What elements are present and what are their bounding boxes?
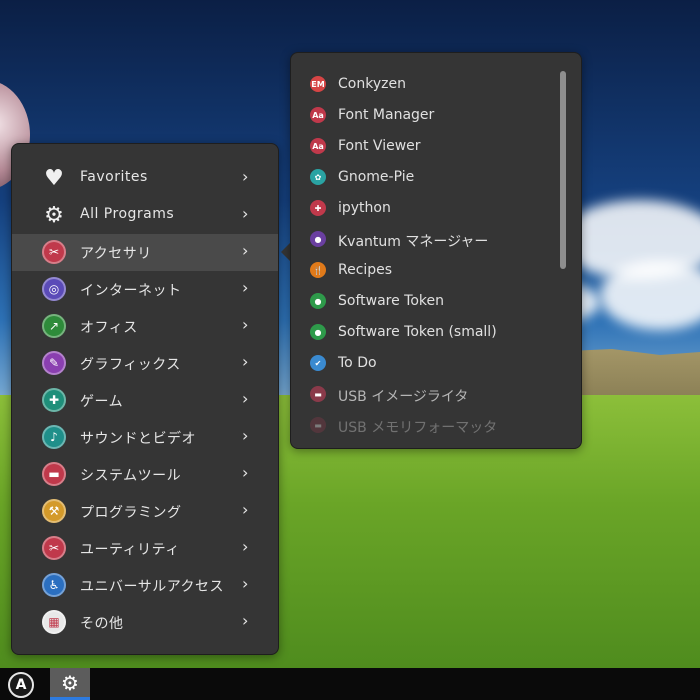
menu-item-label: ユニバーサルアクセス — [80, 579, 225, 595]
menu-item[interactable]: ↗ オフィス › — [12, 308, 278, 345]
launcher-logo-icon[interactable]: A — [8, 672, 34, 698]
menu-item-label: サウンドとビデオ — [80, 431, 196, 447]
other-icon: ▦ — [42, 610, 66, 634]
heart-icon: ♥ — [44, 165, 64, 191]
chevron-right-icon: › — [242, 278, 249, 297]
menu-item-label: システムツール — [80, 468, 182, 484]
font-viewer-icon: Aa — [310, 138, 326, 154]
menu-item[interactable]: ◎ インターネット › — [12, 271, 278, 308]
chevron-right-icon: › — [242, 426, 249, 445]
chevron-right-icon: › — [242, 315, 249, 334]
menu-item[interactable]: ✂ アクセサリ › — [12, 234, 278, 271]
taskbar-settings-button[interactable]: ⚙ — [50, 668, 90, 700]
submenu-item-label: Software Token (small) — [338, 324, 497, 340]
accessories-icon: ✂ — [42, 240, 66, 264]
submenu-item-label: Kvantum マネージャー — [338, 234, 489, 250]
chevron-right-icon: › — [242, 500, 249, 519]
menu-item[interactable]: ♿ ユニバーサルアクセス › — [12, 567, 278, 604]
application-menu: ♥ Favorites › ⚙ All Programs › ✂ アクセサリ › ◎ インターネット… — [11, 143, 279, 655]
system-tools-icon: ▬ — [42, 462, 66, 486]
software-token-small-icon: ● — [310, 324, 326, 340]
chevron-right-icon: › — [242, 611, 249, 630]
ipython-icon: ✚ — [310, 200, 326, 216]
chevron-right-icon: › — [242, 574, 249, 593]
software-token-icon: ● — [310, 293, 326, 309]
submenu-item-label: USB メモリフォーマッタ — [338, 420, 498, 436]
menu-item-label: プログラミング — [80, 505, 182, 521]
accessibility-icon: ♿ — [42, 573, 66, 597]
menu-item-label: All Programs — [80, 206, 175, 222]
menu-item[interactable]: ⚙ All Programs › — [12, 197, 278, 234]
submenu-item[interactable]: ● Software Token — [291, 286, 561, 317]
menu-item[interactable]: ✂ ユーティリティ › — [12, 530, 278, 567]
chevron-right-icon: › — [242, 389, 249, 408]
usb-formatter-icon: ▬ — [310, 417, 326, 433]
menu-item-label: オフィス — [80, 320, 138, 336]
submenu-item-label: Recipes — [338, 262, 393, 278]
kvantum-icon: ● — [310, 231, 326, 247]
gnome-pie-icon: ✿ — [310, 169, 326, 185]
submenu-item[interactable]: ● Software Token (small) — [291, 317, 561, 348]
menu-item-label: ゲーム — [80, 394, 124, 410]
menu-item[interactable]: ▦ その他 › — [12, 604, 278, 641]
submenu-item-label: Conkyzen — [338, 76, 406, 92]
menu-item-label: グラフィックス — [80, 357, 181, 373]
programming-icon: ⚒ — [42, 499, 66, 523]
submenu-item[interactable]: ✿ Gnome-Pie — [291, 162, 561, 193]
menu-item[interactable]: ✎ グラフィックス › — [12, 345, 278, 382]
menu-item-label: ユーティリティ — [80, 542, 180, 558]
recipes-icon: 🍴 — [310, 262, 326, 278]
menu-item[interactable]: ▬ システムツール › — [12, 456, 278, 493]
graphics-icon: ✎ — [42, 351, 66, 375]
chevron-right-icon: › — [242, 167, 249, 186]
submenu-item[interactable]: ▬ USB イメージライタ — [291, 379, 561, 410]
menu-item[interactable]: ♪ サウンドとビデオ › — [12, 419, 278, 456]
chevron-right-icon: › — [242, 537, 249, 556]
gear-icon: ⚙ — [44, 202, 64, 228]
taskbar: A ⚙ — [0, 668, 700, 700]
submenu-item-label: Font Viewer — [338, 138, 421, 154]
font-manager-icon: Aa — [310, 107, 326, 123]
submenu-item-label: ipython — [338, 200, 391, 216]
todo-icon: ✔ — [310, 355, 326, 371]
chevron-right-icon: › — [242, 352, 249, 371]
gear-icon: ⚙ — [61, 670, 79, 695]
submenu-item[interactable]: ✚ ipython — [291, 193, 561, 224]
chevron-right-icon: › — [242, 241, 249, 260]
chevron-right-icon: › — [242, 204, 249, 223]
category-submenu: EM Conkyzen Aa Font Manager Aa Font Viewer ✿ Gn… — [290, 52, 582, 449]
submenu-item[interactable]: ✔ To Do — [291, 348, 561, 379]
games-icon: ✚ — [42, 388, 66, 412]
menu-item-label: Favorites — [80, 169, 148, 185]
submenu-item[interactable]: ● Kvantum マネージャー — [291, 224, 561, 255]
menu-item-label: アクセサリ — [80, 246, 152, 262]
menu-item[interactable]: ♥ Favorites › — [12, 160, 278, 197]
utilities-icon: ✂ — [42, 536, 66, 560]
conkyzen-icon: EM — [310, 76, 326, 92]
submenu-item[interactable]: ▬ USB メモリフォーマッタ — [291, 410, 561, 441]
office-icon: ↗ — [42, 314, 66, 338]
submenu-item-label: Gnome-Pie — [338, 169, 415, 185]
submenu-item[interactable]: 🍴 Recipes — [291, 255, 561, 286]
submenu-item-label: USB イメージライタ — [338, 389, 469, 405]
submenu-item[interactable]: EM Conkyzen — [291, 69, 561, 100]
chevron-right-icon: › — [242, 463, 249, 482]
menu-item-label: インターネット — [80, 283, 182, 299]
usb-image-writer-icon: ▬ — [310, 386, 326, 402]
menu-item[interactable]: ⚒ プログラミング › — [12, 493, 278, 530]
menu-item-label: その他 — [80, 616, 124, 632]
multimedia-icon: ♪ — [42, 425, 66, 449]
submenu-item[interactable]: Aa Font Manager — [291, 100, 561, 131]
internet-icon: ◎ — [42, 277, 66, 301]
submenu-item-label: To Do — [338, 355, 377, 371]
submenu-item[interactable]: Aa Font Viewer — [291, 131, 561, 162]
menu-item[interactable]: ✚ ゲーム › — [12, 382, 278, 419]
submenu-item-label: Software Token — [338, 293, 444, 309]
submenu-item-label: Font Manager — [338, 107, 435, 123]
